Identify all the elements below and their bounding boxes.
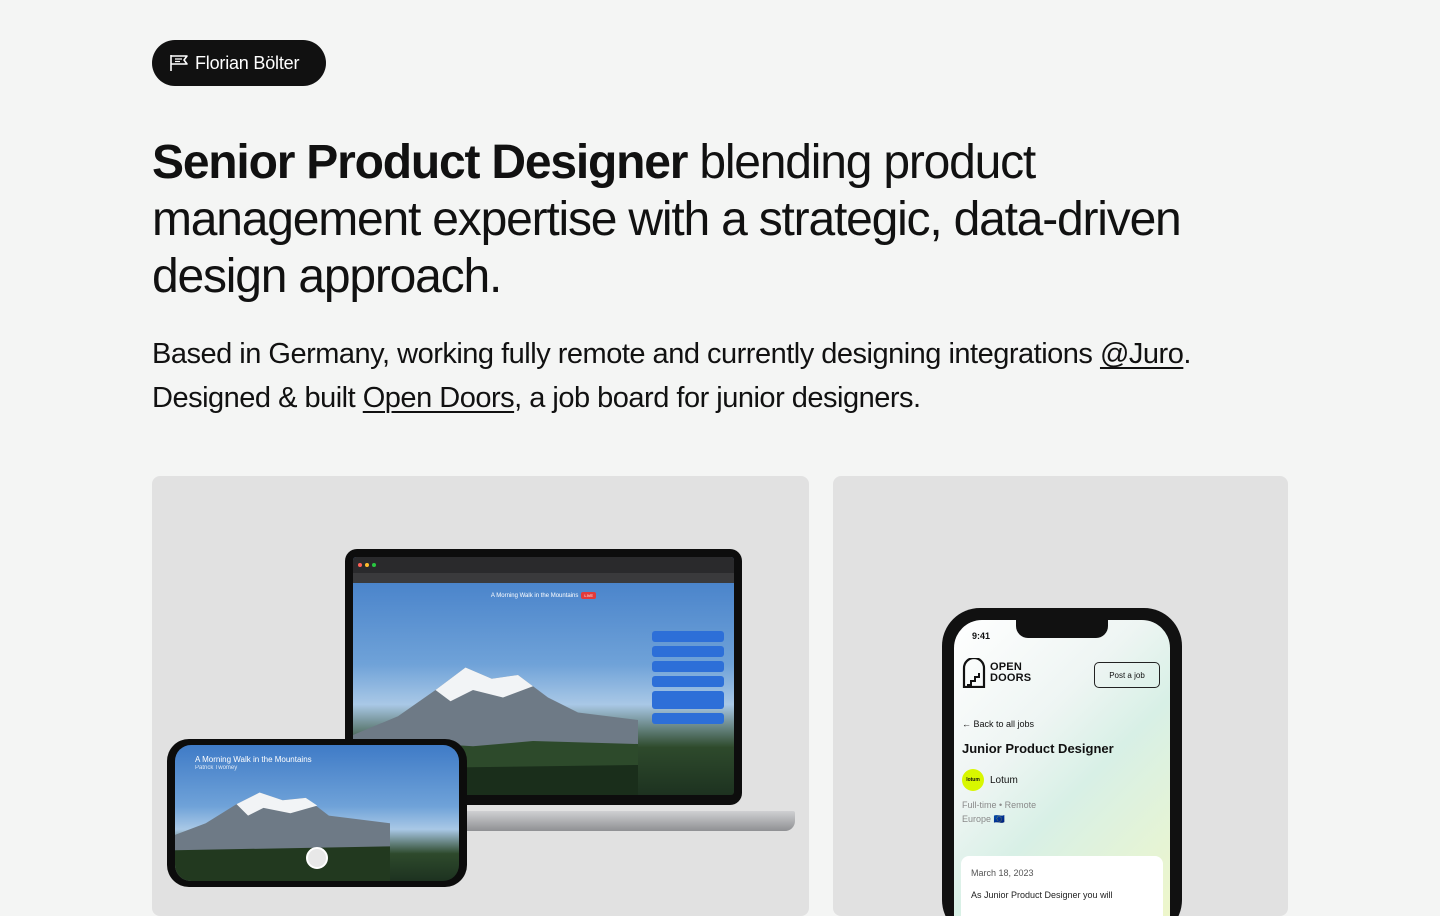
project-card-streaming[interactable]: A Morning Walk in the Mountains LIVE A M… [152, 476, 809, 916]
browser-toolbar [353, 557, 734, 573]
post-job-button[interactable]: Post a job [1094, 662, 1160, 688]
logo-line-2: DOORS [990, 672, 1032, 684]
chat-message [652, 676, 724, 687]
company-logo: lotum [962, 769, 984, 791]
record-button [306, 847, 328, 869]
video-title-text: A Morning Walk in the Mountains [490, 593, 579, 599]
chat-message [652, 646, 724, 657]
intro-part-1: Based in Germany, working fully remote a… [152, 338, 1100, 370]
flag-icon [170, 55, 188, 71]
phone-screen: 9:41 OPEN DOORS Post a job ← Back to all … [954, 620, 1170, 916]
intro-part-4: , a job board for junior designers. [514, 382, 921, 414]
company-row: lotum Lotum [962, 769, 1018, 791]
open-doors-logo: OPEN DOORS [962, 658, 1031, 688]
phone-notch [1016, 620, 1108, 638]
company-name: Lotum [990, 774, 1018, 786]
phone-landscape-screen: A Morning Walk in the Mountains Patrick … [175, 745, 459, 881]
video-title: A Morning Walk in the Mountains LIVE [353, 592, 734, 599]
post-date: March 18, 2023 [971, 868, 1034, 878]
mountain-image [175, 792, 391, 881]
live-badge: LIVE [581, 592, 597, 599]
job-title: Junior Product Designer [962, 741, 1114, 756]
job-location: Europe 🇪🇺 [962, 814, 1005, 824]
chat-message [652, 631, 724, 642]
juro-link[interactable]: @Juro [1100, 338, 1184, 370]
chat-panel [652, 631, 724, 724]
project-card-open-doors[interactable]: 9:41 OPEN DOORS Post a job ← Back to all … [833, 476, 1288, 916]
hero-headline: Senior Product Designer blending product… [152, 134, 1272, 305]
job-description-card: March 18, 2023 As Junior Product Designe… [961, 856, 1163, 916]
status-time: 9:41 [972, 631, 991, 641]
browser-url-bar [353, 573, 734, 583]
phone-video-author: Patrick Twomey [195, 765, 238, 771]
chat-message [652, 713, 724, 724]
phone-video-title: A Morning Walk in the Mountains Patrick … [195, 755, 312, 773]
logo-name: Florian Bölter [195, 52, 300, 73]
open-doors-link[interactable]: Open Doors [363, 382, 515, 414]
chat-message [652, 661, 724, 672]
job-type: Full-time • Remote [962, 800, 1037, 810]
phone-landscape-mockup: A Morning Walk in the Mountains Patrick … [167, 739, 467, 887]
phone-video-title-text: A Morning Walk in the Mountains [195, 755, 312, 764]
headline-role: Senior Product Designer [152, 136, 688, 189]
intro-part-3: Designed & built [152, 382, 363, 414]
back-to-jobs-link[interactable]: ← Back to all jobs [962, 719, 1034, 729]
post-excerpt: As Junior Product Designer you will [971, 890, 1113, 900]
intro-part-2: . [1183, 338, 1191, 370]
arrow-left-icon: ← [962, 719, 974, 729]
site-logo-link[interactable]: Florian Bölter [152, 40, 326, 86]
phone-mockup: 9:41 OPEN DOORS Post a job ← Back to all … [942, 608, 1182, 916]
chat-message [652, 691, 724, 709]
door-stairs-icon [962, 658, 986, 688]
back-link-label: Back to all jobs [973, 719, 1035, 729]
intro-text: Based in Germany, working fully remote a… [152, 332, 1312, 420]
job-meta: Full-time • Remote Europe 🇪🇺 [962, 798, 1036, 826]
